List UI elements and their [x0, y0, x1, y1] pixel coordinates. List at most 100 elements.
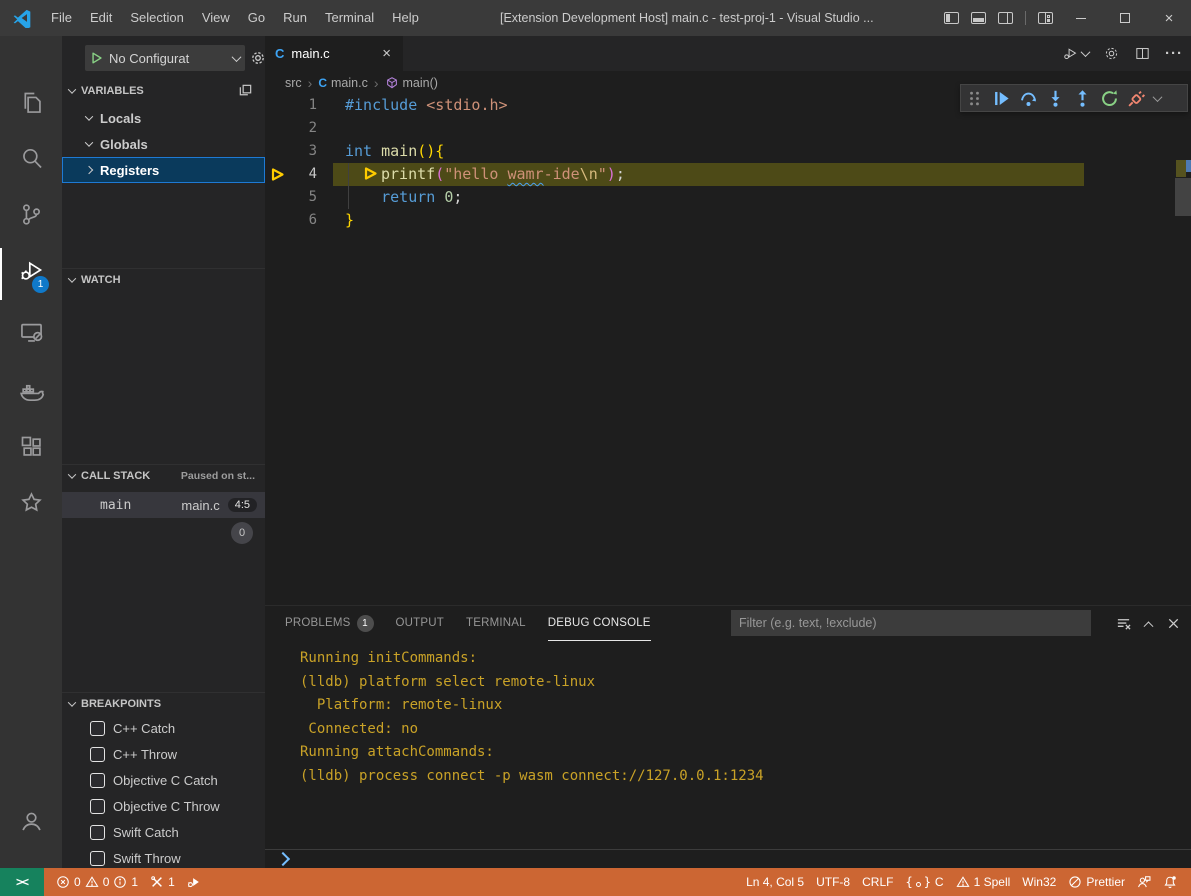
gutter-glyph-margin[interactable]: [265, 94, 295, 117]
docker-icon[interactable]: [0, 364, 62, 416]
settings-gear-icon[interactable]: [1103, 45, 1120, 62]
menu-selection[interactable]: Selection: [121, 0, 192, 36]
restart-icon[interactable]: [1100, 89, 1119, 108]
console-prompt-chevron-icon[interactable]: [276, 852, 290, 866]
language-status-dot-icon: [916, 882, 921, 887]
debug-status[interactable]: [181, 875, 207, 889]
menu-help[interactable]: Help: [383, 0, 428, 36]
notifications-button[interactable]: [1157, 875, 1183, 889]
breakpoint-swift-throw[interactable]: Swift Throw: [62, 845, 265, 868]
run-or-debug-button[interactable]: [1062, 45, 1089, 62]
menu-run[interactable]: Run: [274, 0, 316, 36]
code-editor[interactable]: 1 #include <stdio.h> 2 3 int main(){ 4 p…: [265, 94, 1191, 605]
step-out-icon[interactable]: [1073, 89, 1092, 108]
minimize-button[interactable]: [1059, 0, 1103, 36]
tab-terminal[interactable]: TERMINAL: [466, 606, 526, 641]
watch-section-header[interactable]: WATCH: [62, 268, 265, 290]
menu-go[interactable]: Go: [239, 0, 274, 36]
explorer-icon[interactable]: [0, 76, 62, 128]
breakpoint-cpp-throw[interactable]: C++ Throw: [62, 741, 265, 767]
remote-indicator[interactable]: ><: [0, 868, 44, 896]
debug-console-output: Running initCommands: (lldb) platform se…: [265, 641, 1191, 846]
close-button[interactable]: ×: [1147, 0, 1191, 36]
checkbox[interactable]: [90, 799, 105, 814]
eol-indicator[interactable]: CRLF: [856, 875, 899, 889]
toggle-panel-icon[interactable]: [965, 0, 992, 36]
step-into-icon[interactable]: [1046, 89, 1065, 108]
maximize-panel-icon[interactable]: [1144, 621, 1154, 631]
feedback-button[interactable]: [1131, 875, 1157, 889]
formatter-status[interactable]: Prettier: [1062, 875, 1131, 889]
gutter-glyph-margin[interactable]: [265, 140, 295, 163]
breakpoint-swift-catch[interactable]: Swift Catch: [62, 819, 265, 845]
run-debug-icon[interactable]: [0, 244, 62, 296]
open-launch-json-gear-icon[interactable]: [250, 50, 265, 66]
platform-indicator[interactable]: Win32: [1016, 875, 1062, 889]
launch-configuration-dropdown[interactable]: No Configurat: [85, 45, 245, 71]
checkbox[interactable]: [90, 721, 105, 736]
bottom-panel: PROBLEMS1 OUTPUT TERMINAL DEBUG CONSOLE …: [265, 605, 1191, 868]
console-filter-input[interactable]: [731, 610, 1091, 636]
variables-scope-globals[interactable]: Globals: [62, 131, 265, 157]
call-stack-section-header[interactable]: CALL STACK Paused on st...: [62, 464, 265, 486]
more-actions-icon[interactable]: ···: [1165, 45, 1183, 62]
toggle-secondary-sidebar-icon[interactable]: [992, 0, 1019, 36]
star-icon[interactable]: [0, 476, 62, 528]
variables-section-header[interactable]: VARIABLES: [62, 80, 265, 102]
breadcrumb-folder[interactable]: src: [285, 76, 302, 90]
editor-scrollbar[interactable]: [1175, 178, 1191, 216]
breakpoint-cpp-catch[interactable]: C++ Catch: [62, 715, 265, 741]
variables-scope-locals[interactable]: Locals: [62, 105, 265, 131]
tab-debug-console[interactable]: DEBUG CONSOLE: [548, 606, 651, 641]
drag-handle-icon[interactable]: [965, 89, 984, 108]
tab-main-c[interactable]: C main.c ×: [265, 36, 403, 71]
split-editor-icon[interactable]: [1134, 45, 1151, 62]
remote-explorer-icon[interactable]: [0, 306, 62, 358]
checkbox[interactable]: [90, 825, 105, 840]
tools-indicator[interactable]: 1: [144, 875, 181, 889]
tab-output[interactable]: OUTPUT: [396, 606, 444, 641]
menu-view[interactable]: View: [193, 0, 239, 36]
search-icon[interactable]: [0, 132, 62, 184]
scope-label: Locals: [100, 111, 141, 126]
problems-summary[interactable]: 0 0 1: [50, 875, 144, 889]
encoding-indicator[interactable]: UTF-8: [810, 875, 856, 889]
menu-file[interactable]: File: [42, 0, 81, 36]
checkbox[interactable]: [90, 747, 105, 762]
close-tab-icon[interactable]: ×: [380, 46, 393, 61]
extensions-icon[interactable]: [0, 420, 62, 472]
account-icon[interactable]: [0, 794, 62, 846]
cursor-position[interactable]: Ln 4, Col 5: [740, 875, 810, 889]
stack-frame-row[interactable]: main main.c 4:5: [62, 492, 265, 518]
customize-layout-icon[interactable]: [1032, 0, 1059, 36]
start-debug-icon[interactable]: [90, 51, 104, 65]
copy-icon[interactable]: [238, 83, 253, 98]
close-panel-icon[interactable]: [1166, 616, 1181, 631]
gutter-glyph-margin[interactable]: [265, 209, 295, 232]
variables-scope-registers[interactable]: Registers: [62, 157, 265, 183]
breakpoint-objc-catch[interactable]: Objective C Catch: [62, 767, 265, 793]
debug-launch-toolbar: No Configurat: [62, 36, 265, 80]
gutter-glyph-margin[interactable]: [265, 163, 295, 186]
gutter-glyph-margin[interactable]: [265, 186, 295, 209]
spell-checker-status[interactable]: 1 Spell: [950, 875, 1017, 889]
toggle-sidebar-icon[interactable]: [938, 0, 965, 36]
language-mode[interactable]: {}C: [899, 875, 949, 889]
breakpoints-section-header[interactable]: BREAKPOINTS: [62, 692, 265, 714]
checkbox[interactable]: [90, 851, 105, 866]
source-control-icon[interactable]: [0, 188, 62, 240]
tab-problems[interactable]: PROBLEMS1: [285, 606, 374, 641]
chevron-down-icon[interactable]: [1153, 92, 1163, 102]
continue-icon[interactable]: [992, 89, 1011, 108]
clear-console-icon[interactable]: [1116, 616, 1131, 631]
breadcrumb-symbol[interactable]: main(): [403, 76, 438, 90]
gutter-glyph-margin[interactable]: [265, 117, 295, 140]
menu-edit[interactable]: Edit: [81, 0, 121, 36]
breakpoint-objc-throw[interactable]: Objective C Throw: [62, 793, 265, 819]
disconnect-icon[interactable]: [1127, 89, 1146, 108]
step-over-icon[interactable]: [1019, 89, 1038, 108]
menu-terminal[interactable]: Terminal: [316, 0, 383, 36]
breadcrumb-file[interactable]: main.c: [331, 76, 368, 90]
checkbox[interactable]: [90, 773, 105, 788]
maximize-button[interactable]: [1103, 0, 1147, 36]
